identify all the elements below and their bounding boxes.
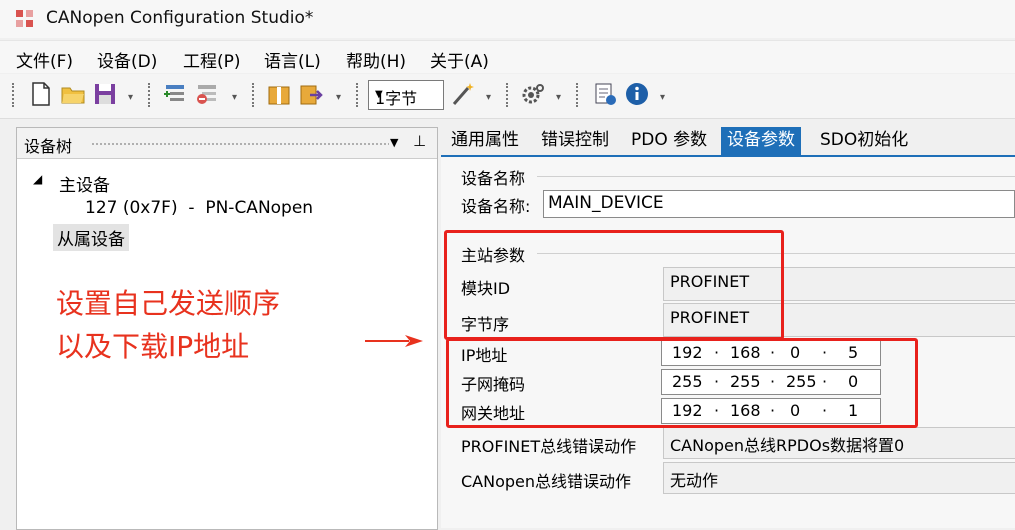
tab-pdo-params[interactable]: PDO 参数 <box>625 127 713 155</box>
toolbar-separator <box>148 83 152 107</box>
byte-size-combo[interactable]: 1字节 ▼ <box>368 80 444 110</box>
menu-project[interactable]: 工程(P) <box>183 47 241 72</box>
help-document-icon[interactable] <box>592 80 618 108</box>
info-dropdown-icon[interactable]: ▾ <box>660 92 665 103</box>
menu-about[interactable]: 关于(A) <box>430 47 489 72</box>
device-name-label: 设备名称: <box>461 197 531 216</box>
add-node-icon[interactable] <box>162 80 188 108</box>
collapse-triangle-icon[interactable]: ◢ <box>33 172 42 186</box>
info-icon[interactable] <box>624 80 650 108</box>
menu-bar: 文件(F) 设备(D) 工程(P) 语言(L) 帮助(H) 关于(A) <box>0 40 1015 73</box>
tree-node-device[interactable]: 127 (0x7F) - PN-CANopen <box>85 198 313 218</box>
menu-language[interactable]: 语言(L) <box>264 47 321 72</box>
pane-dropdown-icon[interactable]: ▼ <box>390 136 398 149</box>
node-dropdown-icon[interactable]: ▾ <box>232 92 237 103</box>
profinet-error-select[interactable]: CANopen总线RPDOs数据将置0 <box>663 427 1015 459</box>
export-dropdown-icon[interactable]: ▾ <box>336 92 341 103</box>
pin-icon[interactable]: ⊥ <box>413 132 426 150</box>
menu-file[interactable]: 文件(F) <box>16 47 73 72</box>
save-icon[interactable] <box>92 80 118 108</box>
toolbar-separator <box>356 83 360 107</box>
toolbar: ▾ ▾ ▾ 1字节 ▼ ▾ ▾ ▾ <box>0 74 1015 119</box>
app-icon <box>16 10 33 27</box>
annotation-box-master-params <box>444 230 784 340</box>
device-tree-header: 设备树 ▼ ⊥ <box>17 128 437 159</box>
tab-general[interactable]: 通用属性 <box>445 127 525 155</box>
package-icon[interactable] <box>266 80 292 108</box>
profinet-error-value: CANopen总线RPDOs数据将置0 <box>670 436 905 455</box>
menu-help[interactable]: 帮助(H) <box>346 47 406 72</box>
device-tree-title: 设备树 <box>24 137 73 156</box>
wand-dropdown-icon[interactable]: ▾ <box>486 92 491 103</box>
new-file-icon[interactable] <box>28 80 54 108</box>
annotation-arrow-icon <box>365 335 423 347</box>
magic-wand-icon[interactable] <box>450 80 476 108</box>
title-bar: CANopen Configuration Studio* <box>0 0 1015 38</box>
open-folder-icon[interactable] <box>60 80 86 108</box>
tab-error-control[interactable]: 错误控制 <box>535 127 615 155</box>
profinet-error-label: PROFINET总线错误动作 <box>461 437 637 456</box>
tree-slave-devices[interactable]: 从属设备 <box>53 224 129 251</box>
chevron-down-icon: ▼ <box>375 89 383 100</box>
device-name-input[interactable]: MAIN_DEVICE <box>543 190 1015 218</box>
device-name-group-title: 设备名称 <box>461 169 526 188</box>
tree-root-master[interactable]: 主设备 <box>59 171 110 196</box>
annotation-box-network <box>446 338 918 428</box>
annotation-line-2: 以及下载IP地址 <box>56 330 250 363</box>
canopen-error-label: CANopen总线错误动作 <box>461 472 632 491</box>
tab-device-params[interactable]: 设备参数 <box>721 127 801 155</box>
save-dropdown-icon[interactable]: ▾ <box>128 92 133 103</box>
menu-device[interactable]: 设备(D) <box>97 47 157 72</box>
settings-gear-icon[interactable] <box>520 80 546 108</box>
toolbar-separator <box>252 83 256 107</box>
toolbar-grip <box>12 83 16 107</box>
canopen-error-value: 无动作 <box>670 471 719 490</box>
settings-dropdown-icon[interactable]: ▾ <box>556 92 561 103</box>
device-name-value: MAIN_DEVICE <box>548 193 664 213</box>
window-title: CANopen Configuration Studio* <box>46 8 314 28</box>
export-icon[interactable] <box>298 80 324 108</box>
toolbar-separator <box>576 83 580 107</box>
annotation-line-1: 设置自己发送顺序 <box>56 287 281 320</box>
canopen-error-select[interactable]: 无动作 <box>663 462 1015 494</box>
remove-node-icon[interactable] <box>194 80 220 108</box>
toolbar-separator <box>506 83 510 107</box>
header-grip <box>91 142 389 146</box>
tab-sdo-init[interactable]: SDO初始化 <box>814 127 914 155</box>
group-divider <box>537 176 1015 177</box>
tab-bar: 通用属性 错误控制 PDO 参数 设备参数 SDO初始化 <box>441 127 1015 157</box>
